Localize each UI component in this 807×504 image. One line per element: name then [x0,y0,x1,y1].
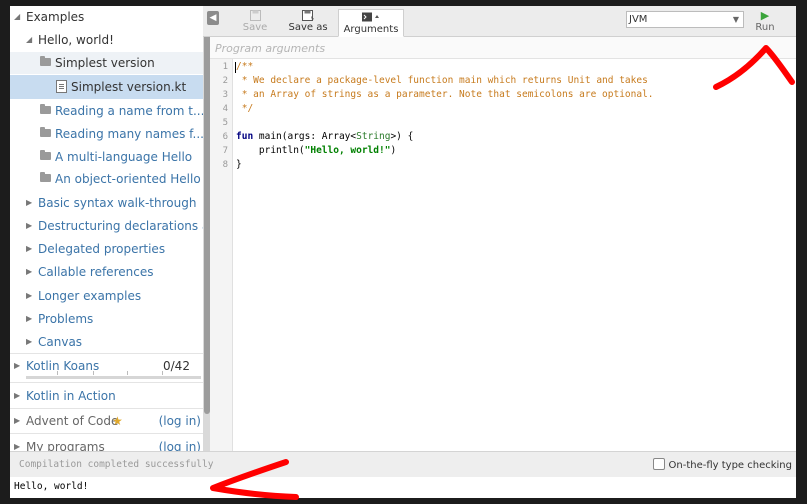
red-arrow-annotation-output [210,459,299,500]
annotation-overlay [210,45,795,500]
red-arrow-annotation-run [713,45,795,90]
